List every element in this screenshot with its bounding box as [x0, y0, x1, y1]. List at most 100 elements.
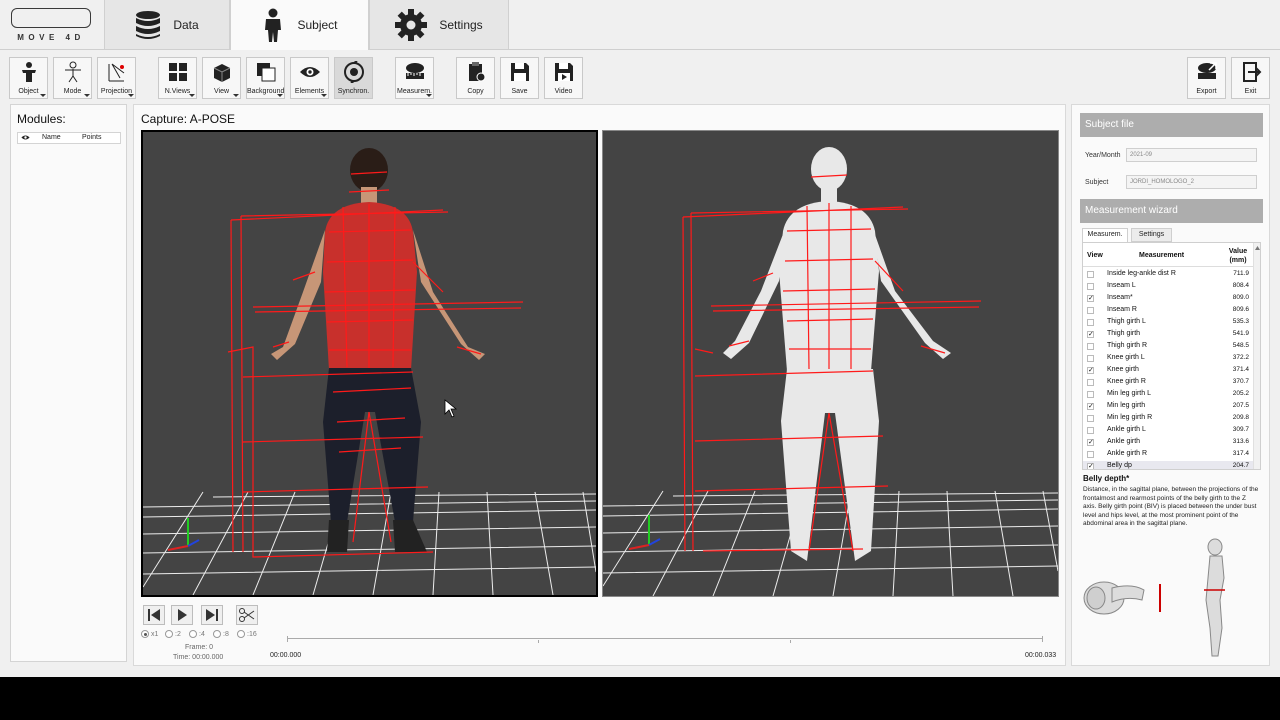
scroll-up-icon — [1255, 246, 1260, 250]
modules-panel: Modules: Name Points — [10, 104, 127, 662]
viewport-textured[interactable] — [141, 130, 598, 597]
video-button[interactable]: Video — [544, 57, 583, 99]
year-month-field[interactable]: 2021-09 — [1126, 148, 1257, 162]
tab-data[interactable]: Data — [104, 0, 230, 49]
skip-back-icon — [148, 609, 160, 621]
measurement-row[interactable]: ✓ Thigh girth 541.9 — [1083, 329, 1255, 341]
tab-wizard-settings[interactable]: Settings — [1131, 228, 1172, 242]
subject-field[interactable]: JORDI_HOMOLOGO_2 — [1126, 175, 1257, 189]
measurement-name: Min leg girth — [1107, 402, 1146, 409]
timeline-slider[interactable] — [287, 638, 1043, 639]
visibility-eye-icon — [21, 134, 30, 143]
synchron-button[interactable]: Synchron. — [334, 57, 373, 99]
measurement-name: Knee girth R — [1107, 378, 1146, 385]
measurement-name: Min leg girth L — [1107, 390, 1151, 397]
mode-button[interactable]: Mode — [53, 57, 92, 99]
play-button[interactable] — [171, 605, 193, 625]
measurement-row[interactable]: ✓ Belly dp 204.7 — [1083, 461, 1255, 469]
person-outline-icon — [65, 61, 81, 83]
measurement-value: 209.8 — [1232, 414, 1249, 421]
measurement-name: Inseam R — [1107, 306, 1137, 313]
measurement-name: Belly dp — [1107, 462, 1132, 469]
clipboard-icon — [469, 62, 486, 82]
measurement-row[interactable]: Inside leg-ankle dist R 711.9 — [1083, 269, 1255, 281]
measurement-value: 371.4 — [1232, 366, 1249, 373]
measurement-name: Inside leg-ankle dist R — [1107, 270, 1176, 277]
measurement-name: Inseam* — [1107, 294, 1133, 301]
measurement-row[interactable]: Knee girth R 370.7 — [1083, 377, 1255, 389]
view-checkbox[interactable]: ✓ — [1087, 439, 1094, 446]
tab-settings[interactable]: Settings — [369, 0, 509, 49]
measurement-row[interactable]: ✓ Knee girth 371.4 — [1083, 365, 1255, 377]
skip-start-button[interactable] — [143, 605, 165, 625]
measurement-row[interactable]: ✓ Inseam* 809.0 — [1083, 293, 1255, 305]
speed-8[interactable]: :8 — [213, 630, 229, 638]
view-checkbox[interactable] — [1087, 391, 1094, 398]
measurement-row[interactable]: Thigh girth R 548.5 — [1083, 341, 1255, 353]
background-icon — [257, 63, 276, 82]
measurement-name: Inseam L — [1107, 282, 1136, 289]
exit-button[interactable]: Exit — [1231, 57, 1270, 99]
copy-button[interactable]: Copy — [456, 57, 495, 99]
measurement-row[interactable]: Ankle girth R 317.4 — [1083, 449, 1255, 461]
database-icon — [135, 10, 161, 40]
measurem-button[interactable]: Measurem. — [395, 57, 434, 99]
tab-subject[interactable]: Subject — [230, 0, 369, 50]
view-checkbox[interactable]: ✓ — [1087, 295, 1094, 302]
cut-button[interactable] — [236, 605, 258, 625]
background-button[interactable]: Background — [246, 57, 285, 99]
measurement-value: 313.6 — [1232, 438, 1249, 445]
export-button[interactable]: Export — [1187, 57, 1226, 99]
measurement-value: 372.2 — [1232, 354, 1249, 361]
save-button[interactable]: Save — [500, 57, 539, 99]
tab-measurem[interactable]: Measurem. — [1082, 228, 1128, 242]
object-button[interactable]: Object — [9, 57, 48, 99]
measurement-row[interactable]: ✓ Min leg girth 207.5 — [1083, 401, 1255, 413]
col-view: View — [1087, 252, 1103, 259]
measurement-row[interactable]: Ankle girth L 309.7 — [1083, 425, 1255, 437]
view-checkbox[interactable] — [1087, 451, 1094, 458]
viewport-mesh[interactable] — [602, 130, 1059, 597]
view-checkbox[interactable]: ✓ — [1087, 403, 1094, 410]
view-checkbox[interactable] — [1087, 283, 1094, 290]
view-checkbox[interactable] — [1087, 343, 1094, 350]
view-checkbox[interactable]: ✓ — [1087, 463, 1094, 469]
table-scrollbar[interactable] — [1253, 243, 1260, 469]
measurement-row[interactable]: ✓ Ankle girth 313.6 — [1083, 437, 1255, 449]
measurement-value: 711.9 — [1233, 270, 1249, 277]
measurement-row[interactable]: Thigh girth L 535.3 — [1083, 317, 1255, 329]
view-checkbox[interactable] — [1087, 307, 1094, 314]
measurement-row[interactable]: Inseam L 808.4 — [1083, 281, 1255, 293]
skip-end-button[interactable] — [201, 605, 223, 625]
tab-data-label: Data — [173, 17, 199, 32]
skip-forward-icon — [206, 609, 218, 621]
person-object-icon — [22, 62, 36, 82]
view-checkbox[interactable] — [1087, 427, 1094, 434]
speed-2[interactable]: :2 — [165, 630, 181, 638]
projection-button[interactable]: Projection — [97, 57, 136, 99]
modules-title: Modules: — [17, 112, 66, 126]
view-checkbox[interactable]: ✓ — [1087, 367, 1094, 374]
measurement-row[interactable]: Min leg girth L 205.2 — [1083, 389, 1255, 401]
measurement-value: 370.7 — [1232, 378, 1249, 385]
speed-4[interactable]: :4 — [189, 630, 205, 638]
measurement-value: 548.5 — [1232, 342, 1249, 349]
elements-button[interactable]: Elements — [290, 57, 329, 99]
measurement-row[interactable]: Inseam R 809.6 — [1083, 305, 1255, 317]
speed-16[interactable]: :16 — [237, 630, 257, 638]
measurement-value: 535.3 — [1232, 318, 1249, 325]
measurement-row[interactable]: Min leg girth R 209.8 — [1083, 413, 1255, 425]
view-checkbox[interactable]: ✓ — [1087, 331, 1094, 338]
view-checkbox[interactable] — [1087, 271, 1094, 278]
measurement-name: Min leg girth R — [1107, 414, 1153, 421]
speed-x1[interactable]: x1 — [141, 630, 158, 638]
view-checkbox[interactable] — [1087, 319, 1094, 326]
sync-icon — [344, 61, 364, 83]
view-checkbox[interactable] — [1087, 355, 1094, 362]
view-checkbox[interactable] — [1087, 415, 1094, 422]
view-button[interactable]: View — [202, 57, 241, 99]
view-checkbox[interactable] — [1087, 379, 1094, 386]
side-view-figure — [1204, 538, 1225, 657]
measurement-row[interactable]: Knee girth L 372.2 — [1083, 353, 1255, 365]
nviews-button[interactable]: N.Views — [158, 57, 197, 99]
